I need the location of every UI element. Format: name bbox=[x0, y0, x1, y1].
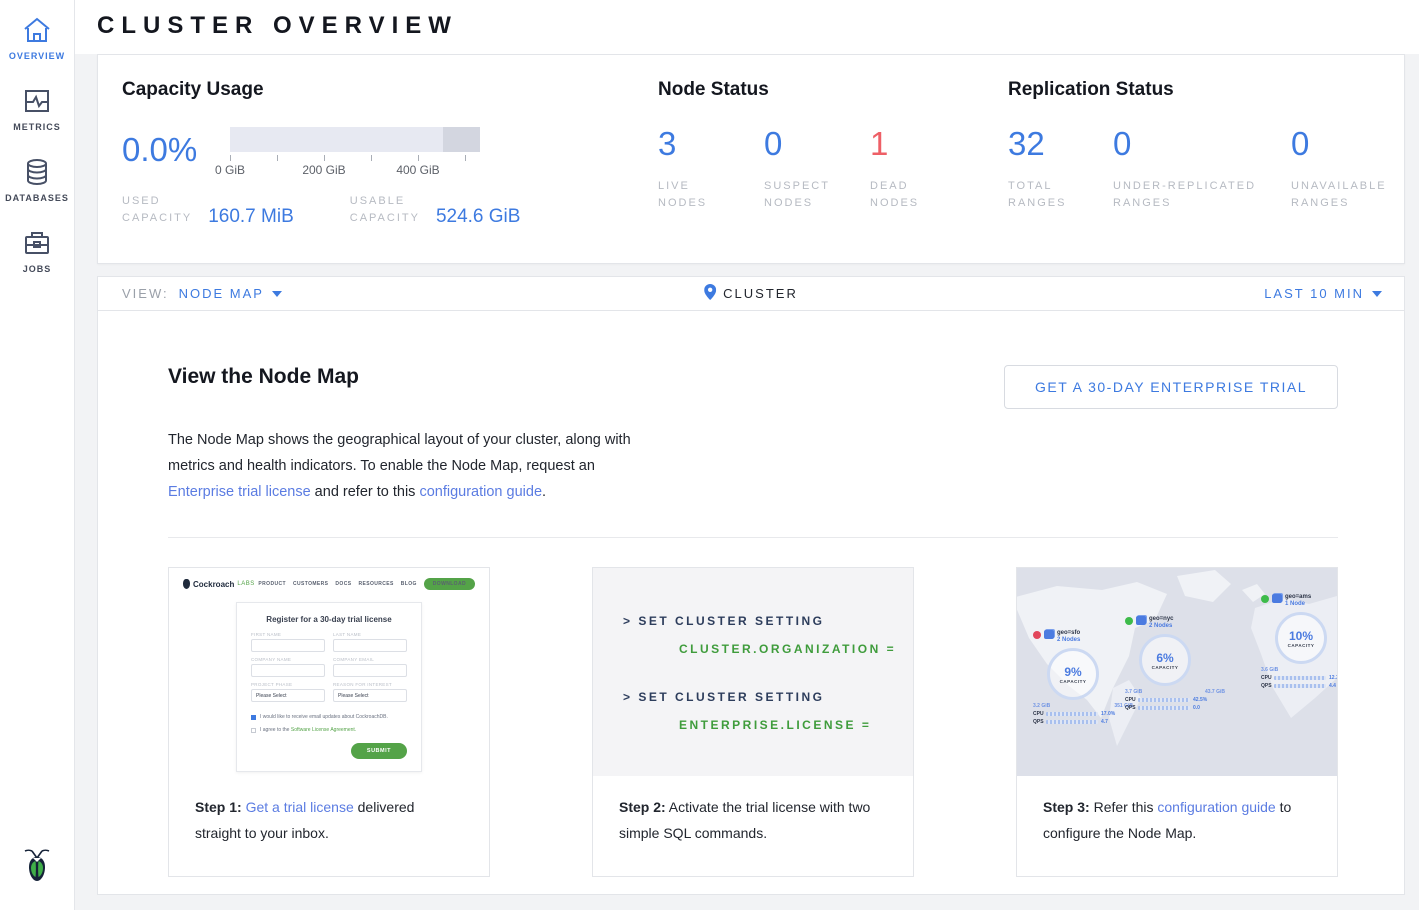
view-dropdown[interactable]: NODE MAP bbox=[179, 286, 282, 301]
view-toolbar: VIEW: NODE MAP CLUSTER LAST 10 MIN bbox=[97, 276, 1405, 310]
page-title: CLUSTER OVERVIEW bbox=[75, 0, 1419, 54]
capacity-tick-label: 400 GiB bbox=[396, 163, 439, 177]
unavailable-ranges-stat: 0 UNAVAILABLERANGES bbox=[1291, 127, 1387, 212]
node-icon bbox=[1136, 616, 1146, 625]
step3-card: geo=sfo2 Nodes 9%CAPACITY 3.2 GiB351 GiB… bbox=[1016, 567, 1338, 877]
node-status-dot-red bbox=[1033, 631, 1041, 639]
replication-status-section: Replication Status 32 TOTALRANGES 0 UNDE… bbox=[1008, 79, 1404, 263]
under-replicated-ranges-stat: 0 UNDER-REPLICATEDRANGES bbox=[1113, 127, 1291, 212]
map-node-nyc: geo=nyc2 Nodes 6%CAPACITY 3.7 GiB43.7 Gi… bbox=[1125, 616, 1225, 711]
capacity-tick-label: 200 GiB bbox=[302, 163, 345, 177]
node-status-section: Node Status 3 LIVENODES 0 SUSPECTNODES 1… bbox=[658, 79, 1008, 263]
capacity-usage-title: Capacity Usage bbox=[122, 79, 658, 101]
sidebar-item-label: JOBS bbox=[23, 264, 52, 274]
sidebar-item-metrics[interactable]: METRICS bbox=[0, 71, 74, 142]
map-node-sfo: geo=sfo2 Nodes 9%CAPACITY 3.2 GiB351 GiB… bbox=[1033, 630, 1133, 725]
step2-card: > SET CLUSTER SETTING CLUSTER.ORGANIZATI… bbox=[592, 567, 914, 877]
mini-submit-button: SUBMIT bbox=[351, 743, 407, 759]
node-map-panel: View the Node Map GET A 30-DAY ENTERPRIS… bbox=[97, 310, 1405, 895]
trial-registration-form: Register for a 30-day trial license FIRS… bbox=[236, 602, 422, 772]
node-map-heading: View the Node Map bbox=[168, 365, 359, 389]
total-ranges-value: 32 bbox=[1008, 127, 1113, 160]
node-status-title: Node Status bbox=[658, 79, 1008, 101]
sidebar-item-databases[interactable]: DATABASES bbox=[0, 142, 74, 213]
view-label: VIEW: bbox=[122, 286, 169, 301]
configuration-guide-link[interactable]: configuration guide bbox=[1157, 799, 1275, 815]
used-capacity-label: USED CAPACITY bbox=[122, 193, 192, 227]
enterprise-trial-button[interactable]: GET A 30-DAY ENTERPRISE TRIAL bbox=[1004, 365, 1338, 409]
total-ranges-stat: 32 TOTALRANGES bbox=[1008, 127, 1113, 212]
cluster-summary-panel: Capacity Usage 0.0% 0 GiB 200 GiB 400 Gi… bbox=[97, 54, 1405, 264]
sidebar-item-label: OVERVIEW bbox=[9, 51, 65, 61]
databases-icon bbox=[22, 158, 52, 186]
sql-commands-preview: > SET CLUSTER SETTING CLUSTER.ORGANIZATI… bbox=[593, 568, 913, 776]
step1-card: Cockroach LABS PRODUCTCUSTOMERSDOCSRESOU… bbox=[168, 567, 490, 877]
mini-download-button: DOWNLOAD bbox=[424, 578, 475, 590]
cluster-breadcrumb: CLUSTER bbox=[704, 284, 798, 303]
enterprise-trial-license-link[interactable]: Enterprise trial license bbox=[168, 484, 311, 500]
cockroachdb-logo-icon bbox=[19, 847, 55, 894]
capacity-bar: 0 GiB 200 GiB 400 GiB bbox=[230, 127, 480, 177]
node-status-dot-green bbox=[1125, 617, 1133, 625]
home-icon bbox=[22, 16, 52, 44]
usable-capacity-value: 524.6 GiB bbox=[436, 206, 521, 228]
node-icon bbox=[1272, 594, 1282, 603]
sidebar-item-label: METRICS bbox=[13, 122, 61, 132]
node-status-dot-green bbox=[1261, 595, 1269, 603]
sidebar-item-jobs[interactable]: JOBS bbox=[0, 213, 74, 284]
unavailable-ranges-value: 0 bbox=[1291, 127, 1387, 160]
sidebar: OVERVIEW METRICS DATABASES JOBS bbox=[0, 0, 75, 910]
live-nodes-value: 3 bbox=[658, 127, 764, 160]
capacity-bar-segment bbox=[443, 127, 481, 152]
jobs-icon bbox=[22, 229, 52, 257]
bug-icon bbox=[183, 579, 190, 589]
map-node-ams: geo=ams1 Node 10%CAPACITY 3.6 GiB36.4 Gi… bbox=[1261, 594, 1337, 689]
dead-nodes-stat: 1 DEADNODES bbox=[870, 127, 976, 212]
replication-status-title: Replication Status bbox=[1008, 79, 1404, 101]
trial-registration-screenshot: Cockroach LABS PRODUCTCUSTOMERSDOCSRESOU… bbox=[169, 568, 489, 776]
under-replicated-ranges-value: 0 bbox=[1113, 127, 1291, 160]
live-nodes-stat: 3 LIVENODES bbox=[658, 127, 764, 212]
usable-capacity-label: USABLE CAPACITY bbox=[350, 193, 420, 227]
node-map-description: The Node Map shows the geographical layo… bbox=[168, 427, 646, 505]
cluster-breadcrumb-label: CLUSTER bbox=[723, 286, 798, 301]
capacity-tick-label: 0 GiB bbox=[215, 163, 245, 177]
get-trial-license-link[interactable]: Get a trial license bbox=[246, 799, 354, 815]
dead-nodes-value: 1 bbox=[870, 127, 976, 160]
sidebar-item-label: DATABASES bbox=[5, 193, 69, 203]
metrics-icon bbox=[22, 87, 52, 115]
suspect-nodes-value: 0 bbox=[764, 127, 870, 160]
mini-site-nav: PRODUCTCUSTOMERSDOCSRESOURCESBLOG DOWNLO… bbox=[258, 578, 475, 590]
chevron-down-icon bbox=[272, 291, 282, 297]
suspect-nodes-stat: 0 SUSPECTNODES bbox=[764, 127, 870, 212]
capacity-axis-ticks bbox=[230, 155, 480, 161]
node-map-preview: geo=sfo2 Nodes 9%CAPACITY 3.2 GiB351 GiB… bbox=[1017, 568, 1337, 776]
configuration-guide-link[interactable]: configuration guide bbox=[419, 484, 542, 500]
chevron-down-icon bbox=[1372, 291, 1382, 297]
divider bbox=[168, 537, 1338, 538]
node-icon bbox=[1044, 630, 1054, 639]
step3-caption: Step 3: Refer this configuration guide t… bbox=[1017, 776, 1337, 846]
cockroach-labs-logo: Cockroach LABS bbox=[183, 579, 255, 589]
capacity-percent-used: 0.0% bbox=[122, 133, 230, 166]
used-capacity-value: 160.7 MiB bbox=[208, 206, 294, 228]
map-pin-icon bbox=[704, 284, 716, 303]
step1-caption: Step 1: Get a trial license delivered st… bbox=[169, 776, 489, 846]
capacity-usage-section: Capacity Usage 0.0% 0 GiB 200 GiB 400 Gi… bbox=[122, 79, 658, 263]
sidebar-item-overview[interactable]: OVERVIEW bbox=[0, 0, 74, 71]
time-range-dropdown[interactable]: LAST 10 MIN bbox=[1264, 286, 1382, 301]
step2-caption: Step 2: Activate the trial license with … bbox=[593, 776, 913, 846]
